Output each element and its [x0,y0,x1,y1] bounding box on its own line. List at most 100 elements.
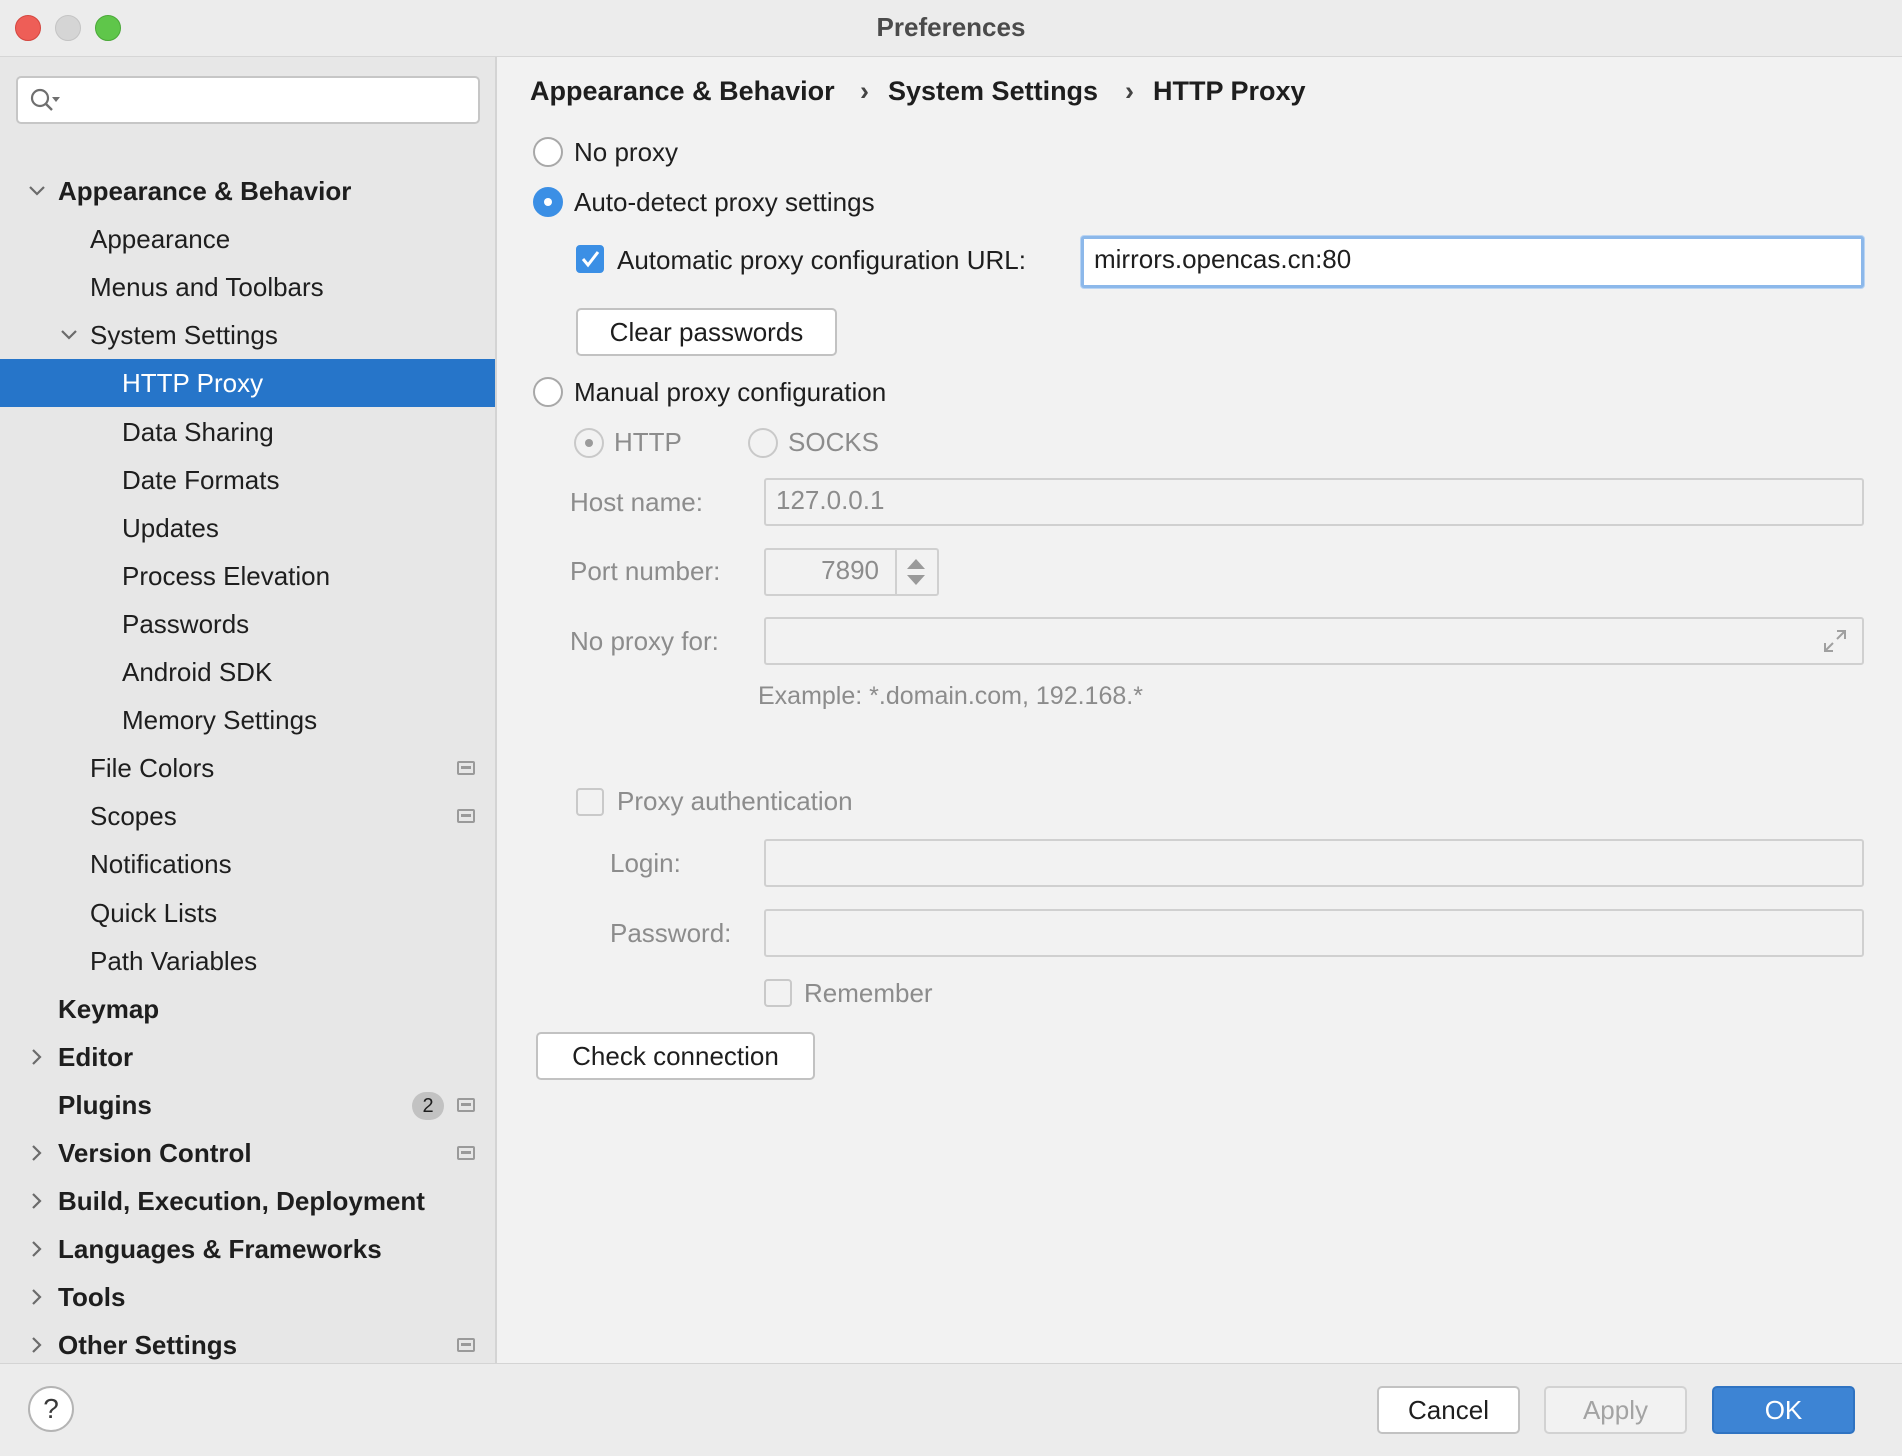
sidebar-item-other-settings[interactable]: Other Settings [0,1321,495,1363]
chevron-right-icon[interactable] [26,1142,48,1164]
chevron-right-icon[interactable] [26,1046,48,1068]
sidebar-item-label: Editor [58,1042,134,1072]
project-level-icon [457,761,475,775]
chevron-right-icon[interactable] [26,1238,48,1260]
password-input[interactable] [764,909,1864,957]
auto-detect-radio[interactable] [533,187,563,217]
sidebar-item-passwords[interactable]: Passwords [0,600,495,648]
chevron-right-icon[interactable] [26,1286,48,1308]
auto-config-url-input[interactable]: mirrors.opencas.cn:80 [1081,236,1864,288]
sidebar-item-path-variables[interactable]: Path Variables [0,937,495,985]
breadcrumb-separator: › [1125,76,1134,106]
socks-radio[interactable] [748,428,778,458]
breadcrumb-item[interactable]: System Settings [888,71,1098,111]
ok-button[interactable]: OK [1712,1386,1855,1434]
auto-detect-label[interactable]: Auto-detect proxy settings [574,185,875,219]
chevron-right-icon[interactable] [26,1190,48,1212]
sidebar-item-updates[interactable]: Updates [0,504,495,552]
remember-label[interactable]: Remember [804,976,933,1010]
project-level-icon [457,1338,475,1352]
sidebar-item-plugins[interactable]: Plugins 2 [0,1081,495,1129]
breadcrumb-item[interactable]: Appearance & Behavior [530,71,835,111]
sidebar-item-editor[interactable]: Editor [0,1033,495,1081]
sidebar-item-menus-and-toolbars[interactable]: Menus and Toolbars [0,263,495,311]
login-input[interactable] [764,839,1864,887]
sidebar-item-label: Plugins [58,1090,152,1120]
sidebar-item-process-elevation[interactable]: Process Elevation [0,552,495,600]
update-count-badge: 2 [412,1092,444,1120]
socks-label[interactable]: SOCKS [788,425,879,459]
sidebar-item-tools[interactable]: Tools [0,1273,495,1321]
dialog-footer: ? Cancel Apply OK [0,1363,1902,1456]
sidebar-item-label: Quick Lists [90,898,218,928]
preferences-window: Preferences Appearance & Behavior Appeara… [0,0,1902,1456]
no-proxy-for-label: No proxy for: [570,626,719,656]
clear-passwords-button[interactable]: Clear passwords [576,308,837,356]
sidebar-item-http-proxy[interactable]: HTTP Proxy [0,359,495,407]
auto-config-url-checkbox[interactable] [576,245,604,273]
sidebar-item-label: Scopes [90,801,177,831]
manual-proxy-label[interactable]: Manual proxy configuration [574,375,886,409]
sidebar-item-android-sdk[interactable]: Android SDK [0,648,495,696]
no-proxy-label[interactable]: No proxy [574,135,678,169]
sidebar-item-build-execution-deployment[interactable]: Build, Execution, Deployment [0,1177,495,1225]
host-name-input[interactable]: 127.0.0.1 [764,478,1864,526]
sidebar-item-memory-settings[interactable]: Memory Settings [0,696,495,744]
project-level-icon [457,809,475,823]
port-number-label: Port number: [570,556,721,586]
sidebar-item-date-formats[interactable]: Date Formats [0,456,495,504]
title-bar: Preferences [0,0,1902,57]
sidebar-item-label: Passwords [122,609,250,639]
sidebar-item-version-control[interactable]: Version Control [0,1129,495,1177]
project-level-icon [457,1098,475,1112]
proxy-authentication-label[interactable]: Proxy authentication [617,784,853,818]
port-stepper-arrows[interactable] [895,550,933,594]
remember-checkbox[interactable] [764,979,792,1007]
help-button[interactable]: ? [28,1386,74,1432]
http-radio[interactable] [574,428,604,458]
expand-icon[interactable] [1821,627,1849,655]
sidebar-item-quick-lists[interactable]: Quick Lists [0,889,495,937]
sidebar-item-label: Appearance [90,224,231,254]
sidebar-item-label: File Colors [90,753,215,783]
manual-proxy-radio[interactable] [533,377,563,407]
proxy-authentication-checkbox[interactable] [576,788,604,816]
sidebar-item-scopes[interactable]: Scopes [0,792,495,840]
no-proxy-radio[interactable] [533,137,563,167]
window-title: Preferences [876,12,1026,42]
sidebar-item-system-settings[interactable]: System Settings [0,311,495,359]
no-proxy-for-input[interactable] [764,617,1864,665]
sidebar-item-appearance[interactable]: Appearance [0,215,495,263]
chevron-down-icon[interactable] [26,180,48,202]
port-number-value: 7890 [821,555,879,585]
check-connection-button[interactable]: Check connection [536,1032,815,1080]
checkmark-icon [581,251,600,268]
apply-button[interactable]: Apply [1544,1386,1687,1434]
chevron-down-icon[interactable] [58,324,80,346]
sidebar-item-notifications[interactable]: Notifications [0,840,495,888]
cancel-button[interactable]: Cancel [1377,1386,1520,1434]
sidebar-item-label: Process Elevation [122,561,331,591]
settings-search-input[interactable] [16,76,480,124]
sidebar-item-appearance-behavior[interactable]: Appearance & Behavior [0,167,495,215]
sidebar-item-languages-frameworks[interactable]: Languages & Frameworks [0,1225,495,1273]
auto-config-url-label[interactable]: Automatic proxy configuration URL: [617,243,1026,277]
sidebar-item-label: Memory Settings [122,705,318,735]
sidebar-item-label: Path Variables [90,946,258,976]
sidebar-item-label: Build, Execution, Deployment [58,1186,425,1216]
no-proxy-example-hint: Example: *.domain.com, 192.168.* [758,682,1143,710]
sidebar-item-label: Languages & Frameworks [58,1234,382,1264]
sidebar-item-file-colors[interactable]: File Colors [0,744,495,792]
http-label[interactable]: HTTP [614,425,682,459]
sidebar-item-keymap[interactable]: Keymap [0,985,495,1033]
sidebar-item-label: Menus and Toolbars [90,272,324,302]
password-label: Password: [610,918,732,948]
sidebar-item-label: Appearance & Behavior [58,176,352,206]
sidebar-item-label: Notifications [90,849,232,879]
settings-sidebar: Appearance & Behavior Appearance Menus and… [0,57,497,1363]
sidebar-item-label: Updates [122,513,219,543]
host-name-label: Host name: [570,487,703,517]
sidebar-item-label: System Settings [90,320,278,350]
sidebar-item-data-sharing[interactable]: Data Sharing [0,408,495,456]
chevron-right-icon[interactable] [26,1334,48,1356]
